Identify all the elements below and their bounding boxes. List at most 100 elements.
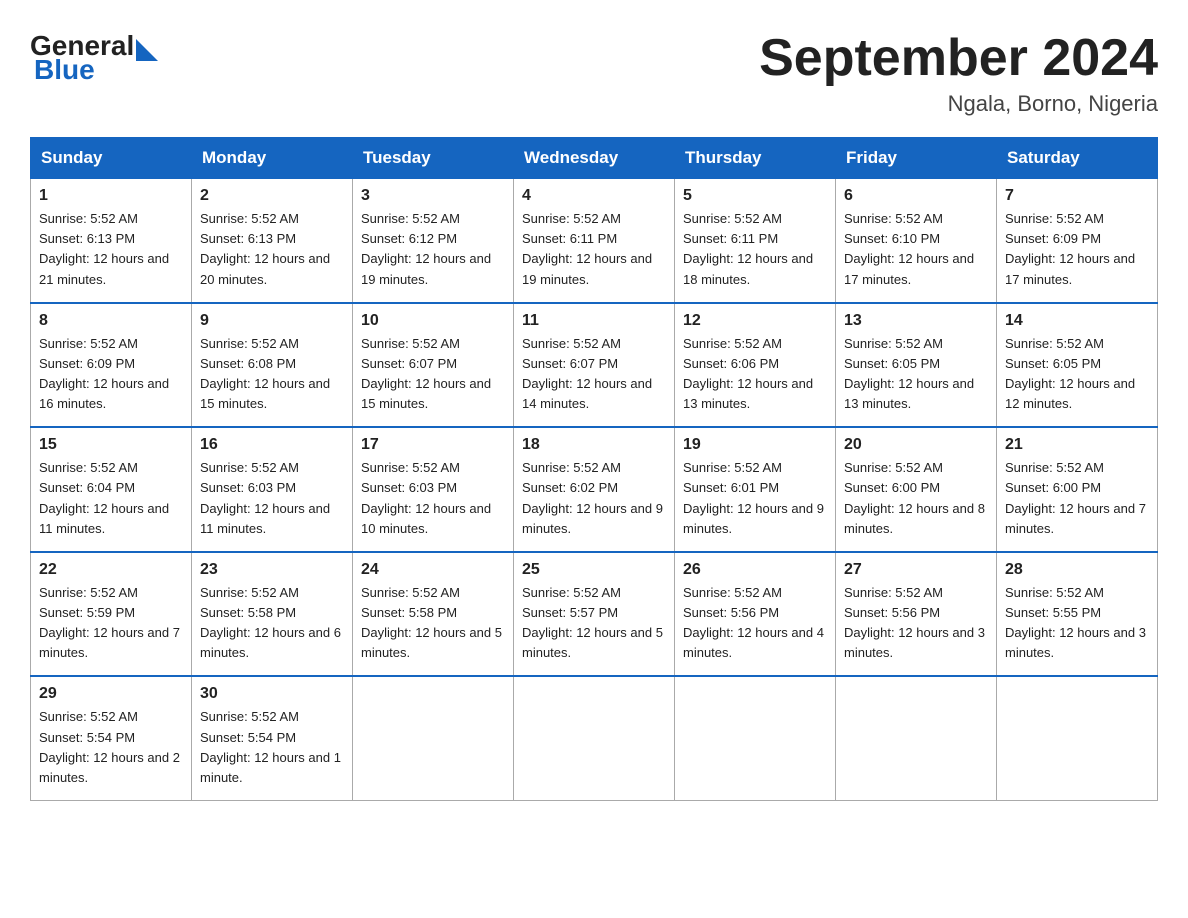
- day-info: Sunrise: 5:52 AMSunset: 6:05 PMDaylight:…: [844, 334, 988, 415]
- day-info: Sunrise: 5:52 AMSunset: 5:57 PMDaylight:…: [522, 583, 666, 664]
- calendar-week-row: 8 Sunrise: 5:52 AMSunset: 6:09 PMDaylight…: [31, 303, 1158, 428]
- day-info: Sunrise: 5:52 AMSunset: 6:03 PMDaylight:…: [361, 458, 505, 539]
- day-info: Sunrise: 5:52 AMSunset: 6:10 PMDaylight:…: [844, 209, 988, 290]
- calendar-cell: 21 Sunrise: 5:52 AMSunset: 6:00 PMDayligh…: [997, 427, 1158, 552]
- day-number: 22: [39, 561, 183, 579]
- day-info: Sunrise: 5:52 AMSunset: 6:13 PMDaylight:…: [200, 209, 344, 290]
- col-friday: Friday: [836, 138, 997, 179]
- calendar-cell: 23 Sunrise: 5:52 AMSunset: 5:58 PMDayligh…: [192, 552, 353, 677]
- day-info: Sunrise: 5:52 AMSunset: 6:03 PMDaylight:…: [200, 458, 344, 539]
- day-number: 8: [39, 312, 183, 330]
- day-number: 17: [361, 436, 505, 454]
- calendar-cell: 12 Sunrise: 5:52 AMSunset: 6:06 PMDayligh…: [675, 303, 836, 428]
- col-wednesday: Wednesday: [514, 138, 675, 179]
- day-info: Sunrise: 5:52 AMSunset: 6:09 PMDaylight:…: [1005, 209, 1149, 290]
- day-number: 29: [39, 685, 183, 703]
- calendar-title-area: September 2024 Ngala, Borno, Nigeria: [759, 30, 1158, 117]
- calendar-cell: [997, 676, 1158, 800]
- calendar-cell: 27 Sunrise: 5:52 AMSunset: 5:56 PMDayligh…: [836, 552, 997, 677]
- calendar-cell: 13 Sunrise: 5:52 AMSunset: 6:05 PMDayligh…: [836, 303, 997, 428]
- calendar-header: Sunday Monday Tuesday Wednesday Thursday…: [31, 138, 1158, 179]
- day-number: 6: [844, 187, 988, 205]
- calendar-cell: 17 Sunrise: 5:52 AMSunset: 6:03 PMDayligh…: [353, 427, 514, 552]
- day-info: Sunrise: 5:52 AMSunset: 6:00 PMDaylight:…: [1005, 458, 1149, 539]
- day-number: 25: [522, 561, 666, 579]
- day-info: Sunrise: 5:52 AMSunset: 6:00 PMDaylight:…: [844, 458, 988, 539]
- calendar-cell: 7 Sunrise: 5:52 AMSunset: 6:09 PMDaylight…: [997, 179, 1158, 303]
- header-row: Sunday Monday Tuesday Wednesday Thursday…: [31, 138, 1158, 179]
- logo-triangle-icon: [136, 39, 158, 61]
- calendar-cell: [675, 676, 836, 800]
- logo: General Blue: [30, 30, 158, 86]
- calendar-cell: 22Sunrise: 5:52 AMSunset: 5:59 PMDayligh…: [31, 552, 192, 677]
- day-number: 15: [39, 436, 183, 454]
- calendar-week-row: 1 Sunrise: 5:52 AMSunset: 6:13 PMDaylight…: [31, 179, 1158, 303]
- calendar-cell: 1 Sunrise: 5:52 AMSunset: 6:13 PMDaylight…: [31, 179, 192, 303]
- day-info: Sunrise: 5:52 AMSunset: 6:02 PMDaylight:…: [522, 458, 666, 539]
- calendar-cell: 6 Sunrise: 5:52 AMSunset: 6:10 PMDaylight…: [836, 179, 997, 303]
- day-number: 9: [200, 312, 344, 330]
- day-info: Sunrise: 5:52 AMSunset: 6:06 PMDaylight:…: [683, 334, 827, 415]
- day-number: 1: [39, 187, 183, 205]
- calendar-cell: 15 Sunrise: 5:52 AMSunset: 6:04 PMDayligh…: [31, 427, 192, 552]
- day-info: Sunrise: 5:52 AMSunset: 6:05 PMDaylight:…: [1005, 334, 1149, 415]
- day-info: Sunrise: 5:52 AMSunset: 5:58 PMDaylight:…: [200, 583, 344, 664]
- day-info: Sunrise: 5:52 AMSunset: 5:58 PMDaylight:…: [361, 583, 505, 664]
- day-number: 3: [361, 187, 505, 205]
- page-header: General Blue September 2024 Ngala, Borno…: [30, 30, 1158, 117]
- day-number: 12: [683, 312, 827, 330]
- col-sunday: Sunday: [31, 138, 192, 179]
- day-info: Sunrise: 5:52 AMSunset: 6:07 PMDaylight:…: [522, 334, 666, 415]
- day-number: 14: [1005, 312, 1149, 330]
- day-number: 5: [683, 187, 827, 205]
- calendar-week-row: 29 Sunrise: 5:52 AMSunset: 5:54 PMDayligh…: [31, 676, 1158, 800]
- day-number: 20: [844, 436, 988, 454]
- col-monday: Monday: [192, 138, 353, 179]
- day-info: Sunrise: 5:52 AMSunset: 6:09 PMDaylight:…: [39, 334, 183, 415]
- calendar-cell: 2 Sunrise: 5:52 AMSunset: 6:13 PMDaylight…: [192, 179, 353, 303]
- day-info: Sunrise: 5:52 AMSunset: 6:04 PMDaylight:…: [39, 458, 183, 539]
- day-number: 23: [200, 561, 344, 579]
- day-info: Sunrise: 5:52 AMSunset: 6:13 PMDaylight:…: [39, 209, 183, 290]
- day-info: Sunrise: 5:52 AMSunset: 6:07 PMDaylight:…: [361, 334, 505, 415]
- day-info: Sunrise: 5:52 AMSunset: 6:11 PMDaylight:…: [683, 209, 827, 290]
- day-info: Sunrise: 5:52 AMSunset: 5:55 PMDaylight:…: [1005, 583, 1149, 664]
- day-info: Sunrise: 5:52 AMSunset: 5:54 PMDaylight:…: [200, 707, 344, 788]
- day-number: 30: [200, 685, 344, 703]
- calendar-cell: [514, 676, 675, 800]
- day-number: 21: [1005, 436, 1149, 454]
- calendar-week-row: 22Sunrise: 5:52 AMSunset: 5:59 PMDayligh…: [31, 552, 1158, 677]
- calendar-cell: 3Sunrise: 5:52 AMSunset: 6:12 PMDaylight…: [353, 179, 514, 303]
- day-number: 28: [1005, 561, 1149, 579]
- calendar-cell: [353, 676, 514, 800]
- col-tuesday: Tuesday: [353, 138, 514, 179]
- calendar-week-row: 15 Sunrise: 5:52 AMSunset: 6:04 PMDayligh…: [31, 427, 1158, 552]
- calendar-subtitle: Ngala, Borno, Nigeria: [759, 91, 1158, 117]
- calendar-cell: 30 Sunrise: 5:52 AMSunset: 5:54 PMDayligh…: [192, 676, 353, 800]
- calendar-cell: 9 Sunrise: 5:52 AMSunset: 6:08 PMDaylight…: [192, 303, 353, 428]
- calendar-cell: 24Sunrise: 5:52 AMSunset: 5:58 PMDayligh…: [353, 552, 514, 677]
- calendar-title: September 2024: [759, 30, 1158, 87]
- calendar-cell: 14 Sunrise: 5:52 AMSunset: 6:05 PMDayligh…: [997, 303, 1158, 428]
- day-info: Sunrise: 5:52 AMSunset: 5:54 PMDaylight:…: [39, 707, 183, 788]
- calendar-cell: [836, 676, 997, 800]
- calendar-cell: 4Sunrise: 5:52 AMSunset: 6:11 PMDaylight…: [514, 179, 675, 303]
- calendar-cell: 26Sunrise: 5:52 AMSunset: 5:56 PMDayligh…: [675, 552, 836, 677]
- day-number: 26: [683, 561, 827, 579]
- day-info: Sunrise: 5:52 AMSunset: 6:01 PMDaylight:…: [683, 458, 827, 539]
- calendar-cell: 11 Sunrise: 5:52 AMSunset: 6:07 PMDayligh…: [514, 303, 675, 428]
- calendar-cell: 25 Sunrise: 5:52 AMSunset: 5:57 PMDayligh…: [514, 552, 675, 677]
- day-info: Sunrise: 5:52 AMSunset: 5:56 PMDaylight:…: [844, 583, 988, 664]
- calendar-body: 1 Sunrise: 5:52 AMSunset: 6:13 PMDaylight…: [31, 179, 1158, 801]
- day-number: 7: [1005, 187, 1149, 205]
- day-number: 13: [844, 312, 988, 330]
- calendar-cell: 19Sunrise: 5:52 AMSunset: 6:01 PMDayligh…: [675, 427, 836, 552]
- day-number: 2: [200, 187, 344, 205]
- calendar-cell: 8 Sunrise: 5:52 AMSunset: 6:09 PMDaylight…: [31, 303, 192, 428]
- day-info: Sunrise: 5:52 AMSunset: 6:08 PMDaylight:…: [200, 334, 344, 415]
- col-saturday: Saturday: [997, 138, 1158, 179]
- day-info: Sunrise: 5:52 AMSunset: 6:11 PMDaylight:…: [522, 209, 666, 290]
- day-number: 27: [844, 561, 988, 579]
- day-number: 16: [200, 436, 344, 454]
- day-number: 11: [522, 312, 666, 330]
